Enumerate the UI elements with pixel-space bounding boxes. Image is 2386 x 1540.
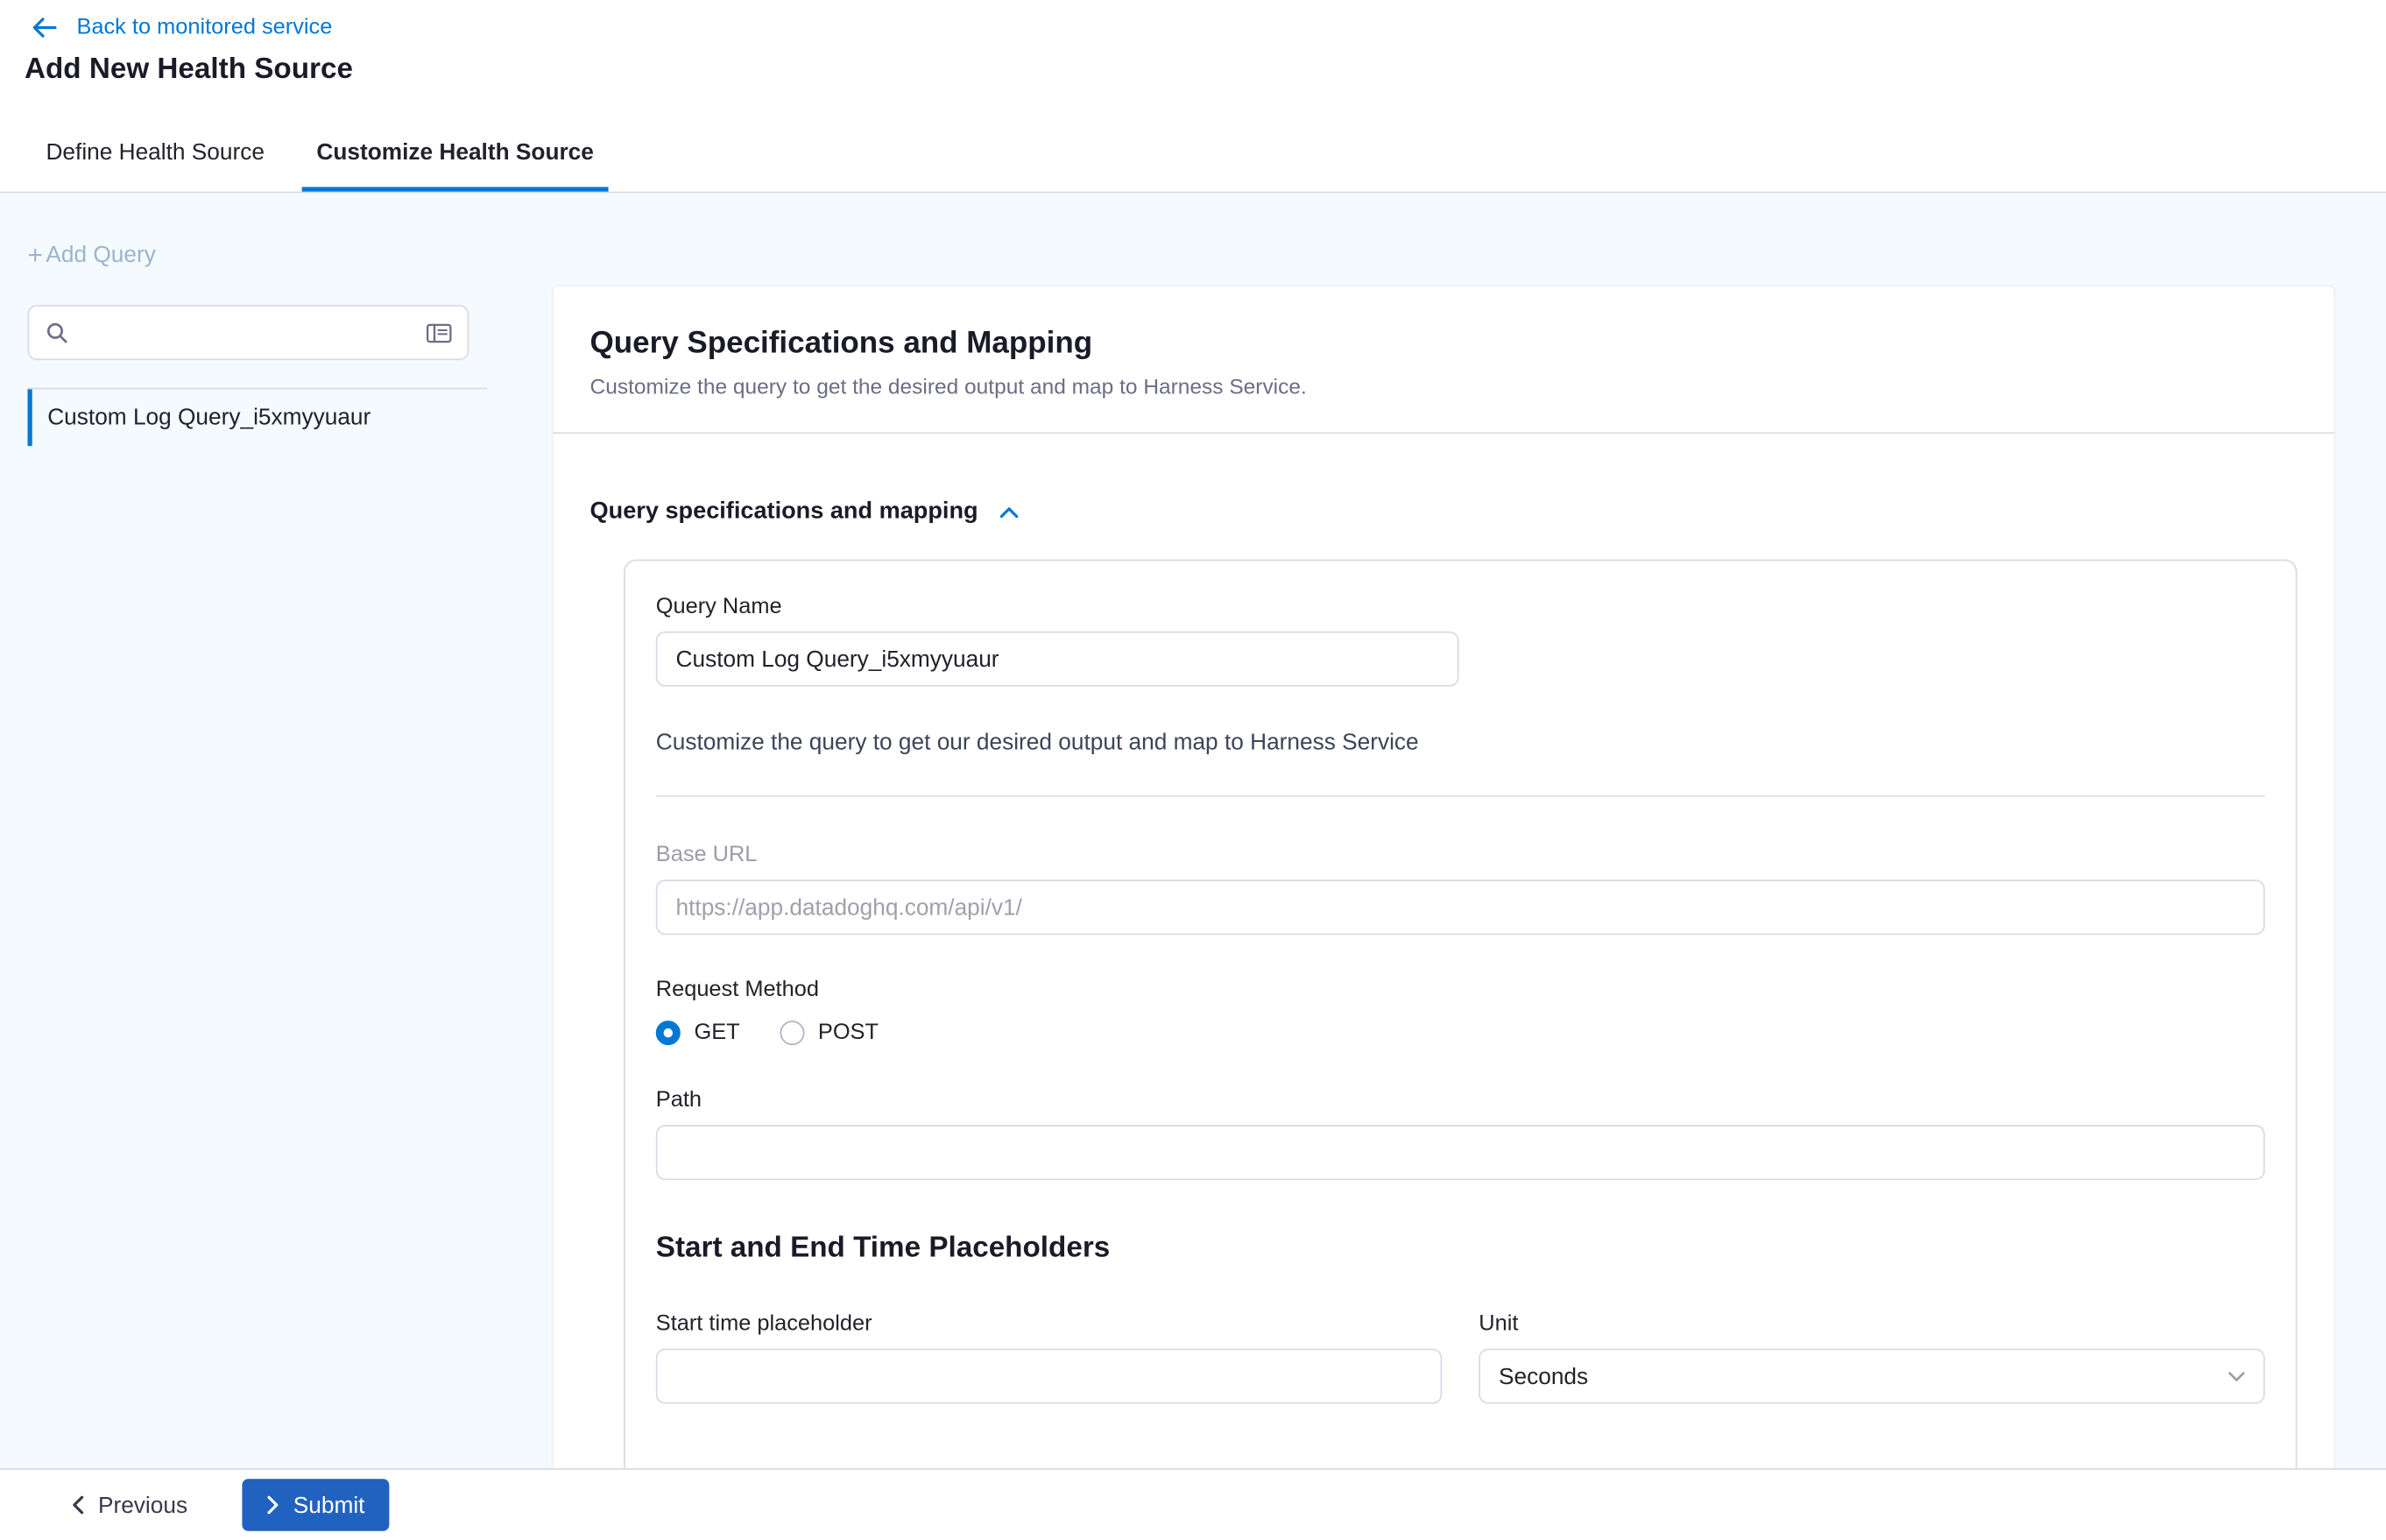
add-health-source-page: Back to monitored service Add New Health… — [0, 0, 2386, 1540]
panel-title: Query Specifications and Mapping — [590, 327, 2298, 362]
previous-button-label: Previous — [98, 1492, 187, 1518]
search-icon — [45, 321, 69, 345]
main-content: + Add Query — [0, 193, 2386, 1468]
unit-select-value: Seconds — [1499, 1363, 1588, 1389]
unit-label: Unit — [1479, 1312, 2264, 1337]
request-method-radio-group: GET POST — [656, 1021, 2265, 1045]
query-name-help-text: Customize the query to get our desired o… — [656, 730, 2265, 756]
plus-icon: + — [27, 242, 42, 268]
radio-option-get[interactable]: GET — [656, 1021, 740, 1045]
chevron-down-icon — [2228, 1371, 2245, 1381]
query-sidebar: + Add Query — [0, 193, 552, 1468]
radio-selected-icon — [656, 1021, 681, 1045]
query-list: Custom Log Query_i5xmyyuaur — [27, 388, 487, 446]
list-view-icon[interactable] — [426, 321, 452, 344]
base-url-input — [656, 879, 2265, 935]
unit-select[interactable]: Seconds — [1479, 1349, 2264, 1404]
tab-bar: Define Health Source Customize Health So… — [0, 118, 2386, 194]
radio-post-label: POST — [818, 1021, 879, 1045]
page-header: Back to monitored service Add New Health… — [0, 0, 2386, 118]
chevron-left-icon — [72, 1496, 84, 1515]
add-query-button[interactable]: + Add Query — [27, 242, 155, 268]
submit-button-label: Submit — [293, 1492, 365, 1518]
panel-header: Query Specifications and Mapping Customi… — [554, 286, 2334, 432]
query-name-input[interactable] — [656, 632, 1459, 687]
path-label: Path — [656, 1088, 2265, 1113]
previous-button[interactable]: Previous — [72, 1492, 187, 1518]
tab-customize-health-source[interactable]: Customize Health Source — [301, 118, 609, 192]
wizard-footer: Previous Submit — [0, 1468, 2386, 1540]
section-collapse-toggle[interactable]: Query specifications and mapping — [554, 434, 2334, 526]
radio-option-post[interactable]: POST — [780, 1021, 879, 1045]
query-spec-panel: Query Specifications and Mapping Customi… — [552, 285, 2335, 1468]
tab-define-health-source[interactable]: Define Health Source — [31, 118, 279, 192]
query-list-item[interactable]: Custom Log Query_i5xmyyuaur — [27, 389, 487, 446]
arrow-left-icon[interactable] — [31, 15, 58, 39]
chevron-up-icon — [999, 505, 1020, 519]
base-url-label: Base URL — [656, 843, 2265, 867]
time-placeholder-row: Start time placeholder Unit Seconds — [656, 1312, 2265, 1404]
query-item-label: Custom Log Query_i5xmyyuaur — [47, 405, 371, 431]
radio-unselected-icon — [780, 1021, 804, 1045]
add-query-label: Add Query — [46, 242, 155, 268]
back-row: Back to monitored service — [25, 15, 2361, 39]
start-time-label: Start time placeholder — [656, 1312, 1442, 1337]
time-placeholders-heading: Start and End Time Placeholders — [656, 1233, 2265, 1266]
radio-get-label: GET — [695, 1021, 740, 1045]
query-search-input[interactable] — [81, 319, 414, 346]
inner-divider — [656, 795, 2265, 797]
query-search-box — [27, 305, 469, 360]
request-method-label: Request Method — [656, 978, 2265, 1002]
panel-subtitle: Customize the query to get the desired o… — [590, 374, 2298, 399]
path-input[interactable] — [656, 1125, 2265, 1180]
start-time-input[interactable] — [656, 1349, 1442, 1404]
section-title: Query specifications and mapping — [590, 498, 978, 526]
query-name-label: Query Name — [656, 595, 2265, 619]
back-to-monitored-service-link[interactable]: Back to monitored service — [76, 15, 332, 39]
start-time-field: Start time placeholder — [656, 1312, 1442, 1404]
chevron-right-icon — [267, 1496, 279, 1515]
query-mapping-card: Query Name Customize the query to get ou… — [624, 560, 2297, 1468]
submit-button[interactable]: Submit — [243, 1479, 389, 1530]
page-title: Add New Health Source — [25, 53, 2361, 87]
unit-field: Unit Seconds — [1479, 1312, 2264, 1404]
